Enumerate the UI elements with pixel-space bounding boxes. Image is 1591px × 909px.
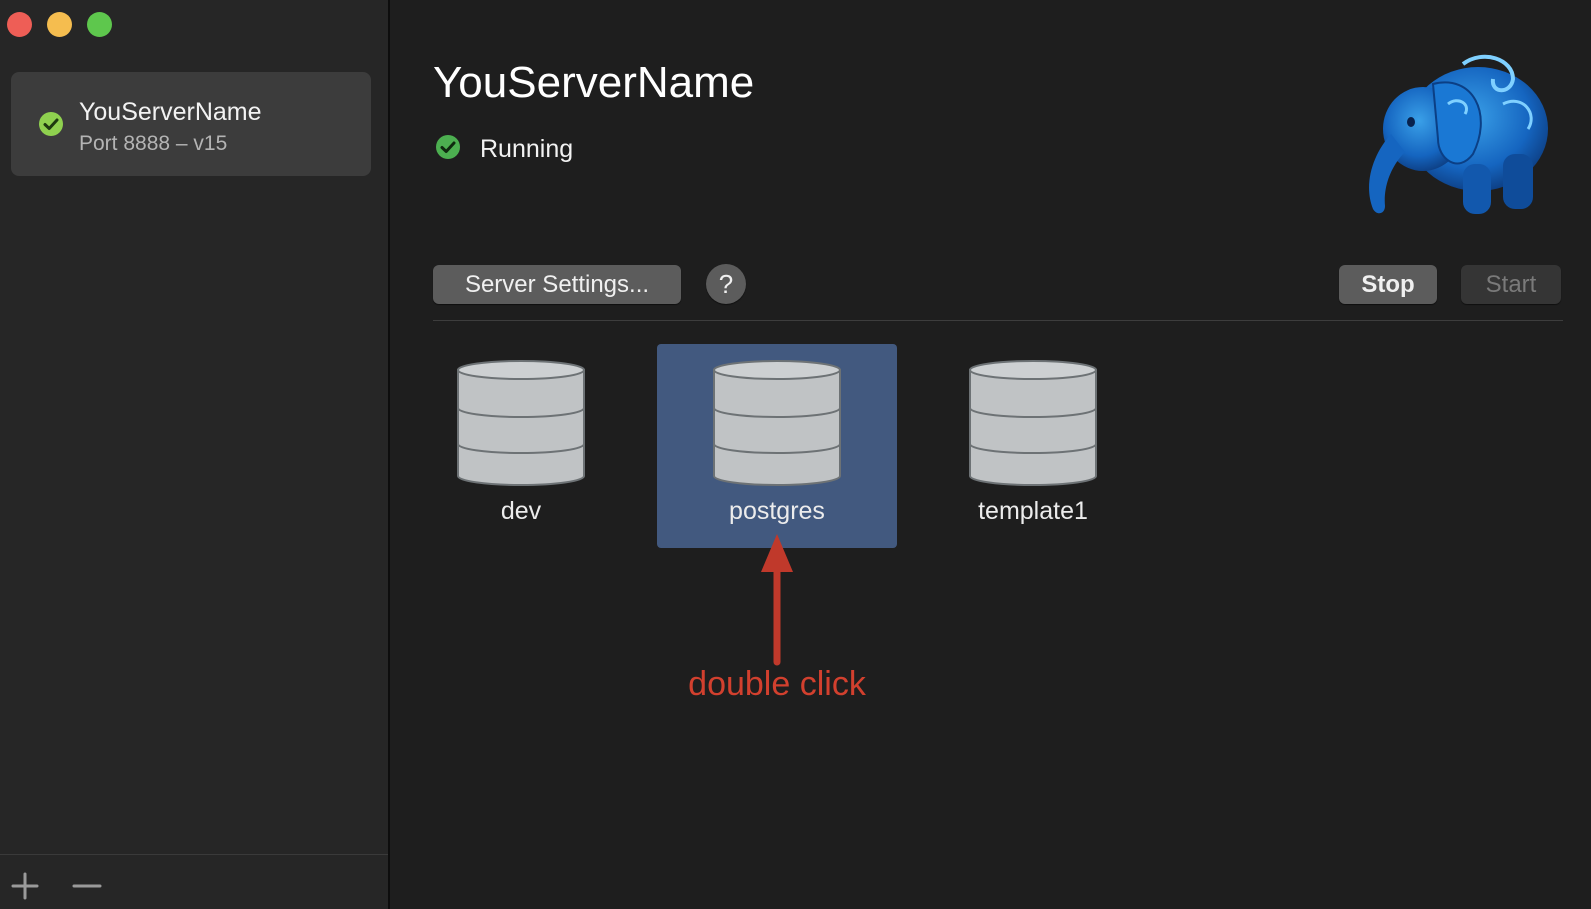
annotation-text: double click bbox=[688, 665, 866, 703]
app-window: YouServerName Port 8888 – v15 YouServerN… bbox=[0, 0, 1591, 909]
database-item-postgres[interactable]: postgres bbox=[657, 344, 897, 548]
status-label: Running bbox=[480, 135, 574, 163]
database-icon bbox=[713, 360, 841, 486]
sidebar-footer bbox=[0, 854, 388, 909]
help-button[interactable]: ? bbox=[706, 264, 746, 304]
database-icon bbox=[457, 360, 585, 486]
close-window-button[interactable] bbox=[7, 12, 32, 37]
minus-icon bbox=[72, 884, 102, 888]
start-server-button[interactable]: Start bbox=[1461, 265, 1561, 304]
sidebar: YouServerName Port 8888 – v15 bbox=[0, 0, 390, 909]
stop-server-button[interactable]: Stop bbox=[1339, 265, 1437, 304]
minimize-window-button[interactable] bbox=[47, 12, 72, 37]
maximize-window-button[interactable] bbox=[87, 12, 112, 37]
server-settings-button[interactable]: Server Settings... bbox=[433, 265, 681, 304]
elephant-logo-icon bbox=[1353, 34, 1553, 224]
server-list-item[interactable]: YouServerName Port 8888 – v15 bbox=[11, 72, 371, 176]
add-server-button[interactable] bbox=[8, 869, 42, 903]
database-item-dev[interactable]: dev bbox=[401, 344, 641, 548]
database-label: dev bbox=[500, 497, 542, 525]
annotation-arrow-icon bbox=[752, 532, 802, 672]
check-circle-icon bbox=[435, 134, 461, 165]
server-item-subtitle: Port 8888 – v15 bbox=[79, 132, 228, 155]
check-circle-icon bbox=[38, 111, 64, 142]
server-item-name: YouServerName bbox=[79, 98, 262, 126]
page-title: YouServerName bbox=[433, 58, 755, 107]
database-icon bbox=[969, 360, 1097, 486]
toolbar-divider bbox=[433, 320, 1563, 321]
server-status: Running bbox=[435, 134, 573, 165]
main-panel: YouServerName Running Server Settings...… bbox=[392, 0, 1591, 909]
plus-icon bbox=[11, 872, 39, 900]
database-label: template1 bbox=[978, 497, 1088, 525]
database-item-template1[interactable]: template1 bbox=[913, 344, 1153, 548]
window-controls bbox=[7, 12, 112, 37]
remove-server-button[interactable] bbox=[70, 869, 104, 903]
database-label: postgres bbox=[729, 497, 825, 525]
